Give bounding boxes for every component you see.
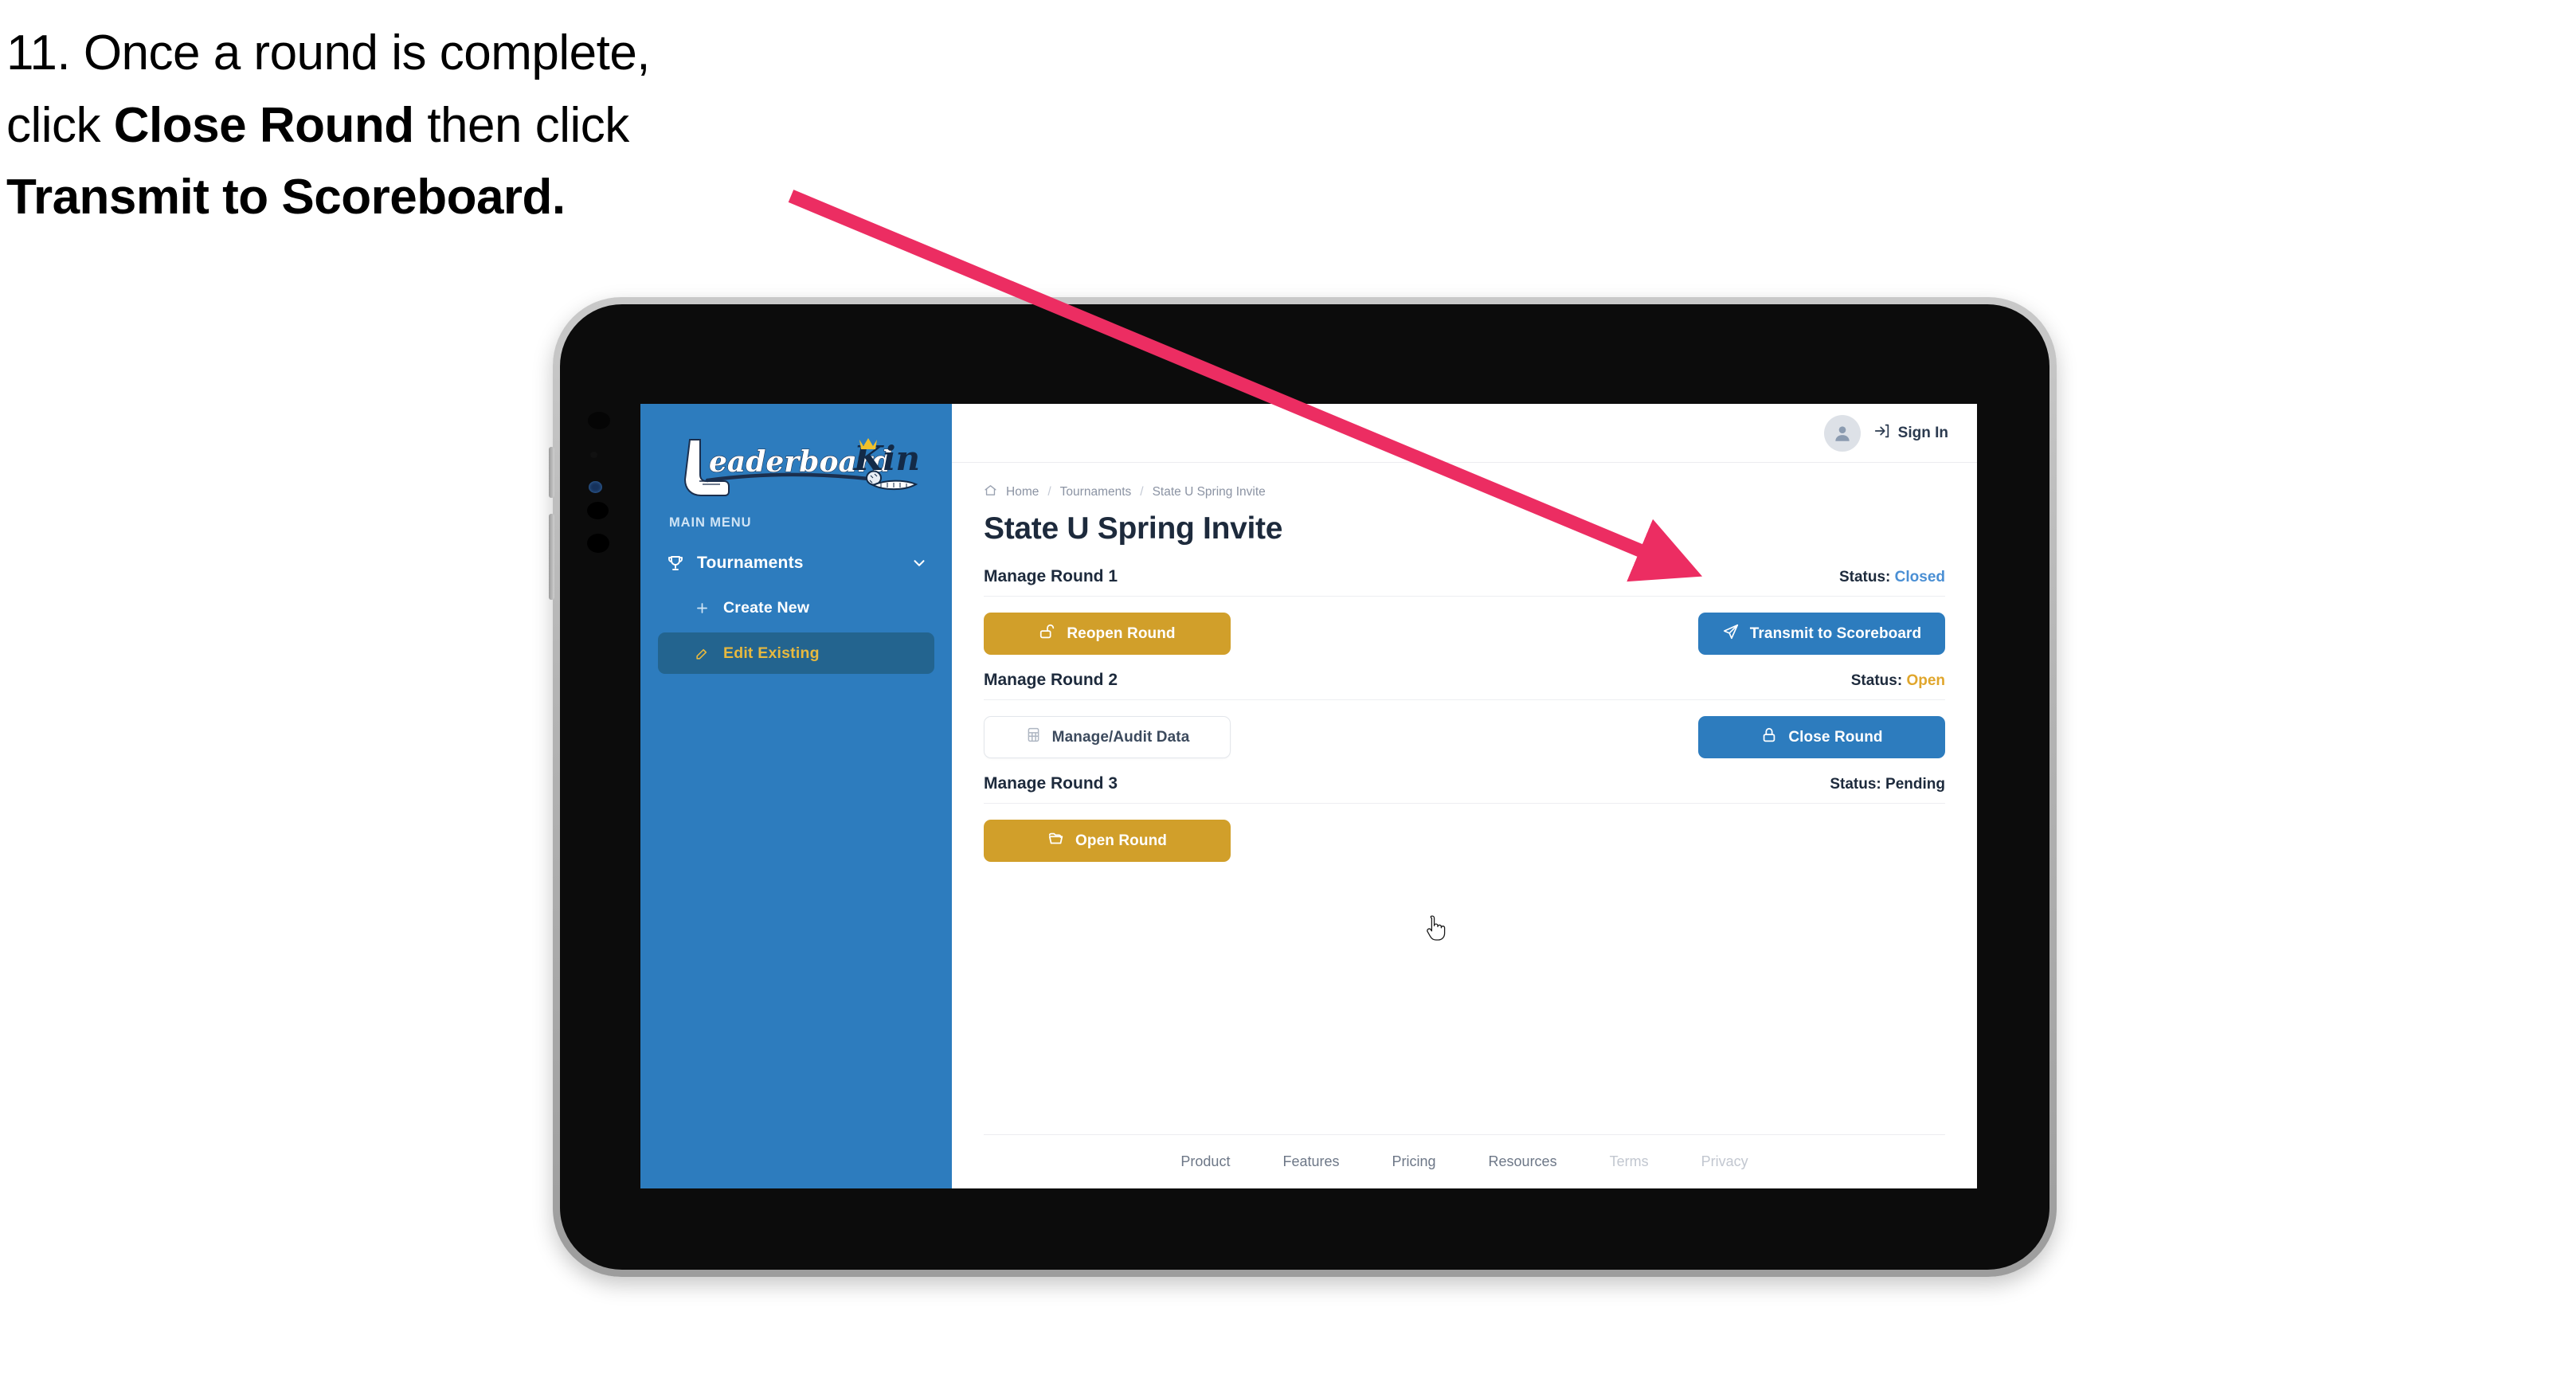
close-round-label: Close Round xyxy=(1788,728,1883,746)
trophy-icon xyxy=(666,554,690,573)
status-badge-2: Open xyxy=(1906,672,1945,689)
footer-link-terms[interactable]: Terms xyxy=(1610,1153,1649,1170)
breadcrumb-separator: / xyxy=(1140,485,1144,499)
caption-transmit-emphasis: Transmit to Scoreboard. xyxy=(6,170,566,225)
open-round-button[interactable]: Open Round xyxy=(984,820,1231,862)
status-badge-1: Closed xyxy=(1894,569,1945,585)
round-actions-3: Open Round xyxy=(984,804,1945,862)
breadcrumb-item-home[interactable]: Home xyxy=(1006,485,1039,499)
round-actions-2: Manage/Audit Data Close Round xyxy=(984,700,1945,758)
round-status-1: Status: Closed xyxy=(1839,569,1945,586)
caption-line-2: click Close Round then click xyxy=(6,97,629,153)
sidebar-item-tournaments-label: Tournaments xyxy=(697,554,804,572)
app-logo[interactable]: eaderboard King xyxy=(640,426,952,503)
tablet-device-frame: eaderboard King MAIN MENU xyxy=(549,297,2057,1277)
unlock-icon xyxy=(1039,623,1056,645)
breadcrumb-item-tournaments[interactable]: Tournaments xyxy=(1060,485,1132,499)
tablet-screen: eaderboard King MAIN MENU xyxy=(640,404,1977,1188)
status-badge-3: Pending xyxy=(1885,776,1945,793)
manage-audit-data-button[interactable]: Manage/Audit Data xyxy=(984,716,1231,758)
open-round-label: Open Round xyxy=(1075,832,1167,849)
reopen-round-button[interactable]: Reopen Round xyxy=(984,613,1231,655)
status-label-1: Status: xyxy=(1838,569,1891,585)
breadcrumb: Home / Tournaments / State U Spring Invi… xyxy=(984,484,1945,501)
lock-icon xyxy=(1760,726,1778,749)
sign-in-label: Sign In xyxy=(1897,424,1948,441)
round-header-1: Manage Round 1 Status: Closed xyxy=(984,567,1945,597)
round-block-1: Manage Round 1 Status: Closed Reopen Rou… xyxy=(984,567,1945,655)
round-title-1: Manage Round 1 xyxy=(984,567,1118,585)
tablet-sensor-dot-icon xyxy=(590,452,597,458)
tablet-side-button-lower xyxy=(549,514,554,600)
round-status-3: Status: Pending xyxy=(1830,776,1945,793)
footer-links: Product Features Pricing Resources Terms… xyxy=(984,1134,1945,1188)
page-title: State U Spring Invite xyxy=(984,511,1283,546)
table-grid-icon xyxy=(1025,726,1042,748)
sidebar-section-label: MAIN MENU xyxy=(669,515,752,530)
caption-line-1: 11. Once a round is complete, xyxy=(6,25,651,80)
tablet-microphone-dot-icon xyxy=(587,534,609,553)
breadcrumb-item-current: State U Spring Invite xyxy=(1152,485,1266,499)
tablet-side-button-upper xyxy=(549,447,554,498)
page-body: Home / Tournaments / State U Spring Invi… xyxy=(952,463,1977,1134)
round-block-3: Manage Round 3 Status: Pending Open Roun… xyxy=(984,774,1945,862)
reopen-round-label: Reopen Round xyxy=(1067,624,1176,642)
chevron-down-icon[interactable] xyxy=(910,554,928,572)
footer-link-pricing[interactable]: Pricing xyxy=(1392,1153,1436,1170)
transmit-to-scoreboard-button[interactable]: Transmit to Scoreboard xyxy=(1698,613,1945,655)
sign-in-arrow-icon xyxy=(1873,422,1891,444)
round-status-2: Status: Open xyxy=(1851,672,1945,690)
round-title-2: Manage Round 2 xyxy=(984,671,1118,689)
caption-line-3: Transmit to Scoreboard. xyxy=(6,162,867,234)
round-title-3: Manage Round 3 xyxy=(984,774,1118,793)
breadcrumb-separator: / xyxy=(1047,485,1051,499)
tablet-indicator-led-icon xyxy=(589,481,602,493)
plus-icon xyxy=(691,601,712,616)
status-label-2: Status: xyxy=(1850,672,1903,689)
sidebar-item-create-new[interactable]: Create New xyxy=(658,587,934,628)
svg-text:King: King xyxy=(853,439,921,478)
home-icon[interactable] xyxy=(984,484,997,501)
round-actions-1: Reopen Round Transmit to Scoreboard xyxy=(984,597,1945,655)
footer-link-privacy[interactable]: Privacy xyxy=(1701,1153,1748,1170)
leaderboardking-logo-icon: eaderboard King xyxy=(683,438,921,496)
top-bar: Sign In xyxy=(952,404,1977,463)
tablet-camera-icon xyxy=(588,412,610,429)
transmit-to-scoreboard-label: Transmit to Scoreboard xyxy=(1749,624,1922,642)
sidebar-item-edit-existing[interactable]: Edit Existing xyxy=(658,632,934,674)
footer-link-resources[interactable]: Resources xyxy=(1489,1153,1557,1170)
paper-plane-icon xyxy=(1722,623,1740,645)
sign-in-button[interactable]: Sign In xyxy=(1873,422,1948,444)
footer-link-product[interactable]: Product xyxy=(1180,1153,1230,1170)
round-header-2: Manage Round 2 Status: Open xyxy=(984,671,1945,700)
caption-close-round-emphasis: Close Round xyxy=(113,97,414,153)
open-folder-icon xyxy=(1047,830,1065,852)
status-label-3: Status: xyxy=(1830,776,1881,793)
sidebar-item-edit-existing-label: Edit Existing xyxy=(723,644,820,662)
sidebar: eaderboard King MAIN MENU xyxy=(640,404,952,1188)
round-block-2: Manage Round 2 Status: Open Manage/Audit… xyxy=(984,671,1945,758)
footer-link-features[interactable]: Features xyxy=(1282,1153,1339,1170)
tablet-speaker-dot-icon xyxy=(587,502,609,519)
instruction-caption: 11. Once a round is complete, click Clos… xyxy=(6,18,867,234)
main-content: Sign In Home / Tournaments / State U Spr… xyxy=(952,404,1977,1188)
tablet-bezel: eaderboard King MAIN MENU xyxy=(560,304,2049,1270)
manage-audit-data-label: Manage/Audit Data xyxy=(1051,728,1190,746)
close-round-button[interactable]: Close Round xyxy=(1698,716,1945,758)
sidebar-item-tournaments[interactable]: Tournaments xyxy=(640,543,952,583)
user-avatar-icon[interactable] xyxy=(1823,414,1861,452)
sidebar-item-create-new-label: Create New xyxy=(723,598,810,617)
round-header-3: Manage Round 3 Status: Pending xyxy=(984,774,1945,804)
edit-pencil-icon xyxy=(691,646,712,661)
